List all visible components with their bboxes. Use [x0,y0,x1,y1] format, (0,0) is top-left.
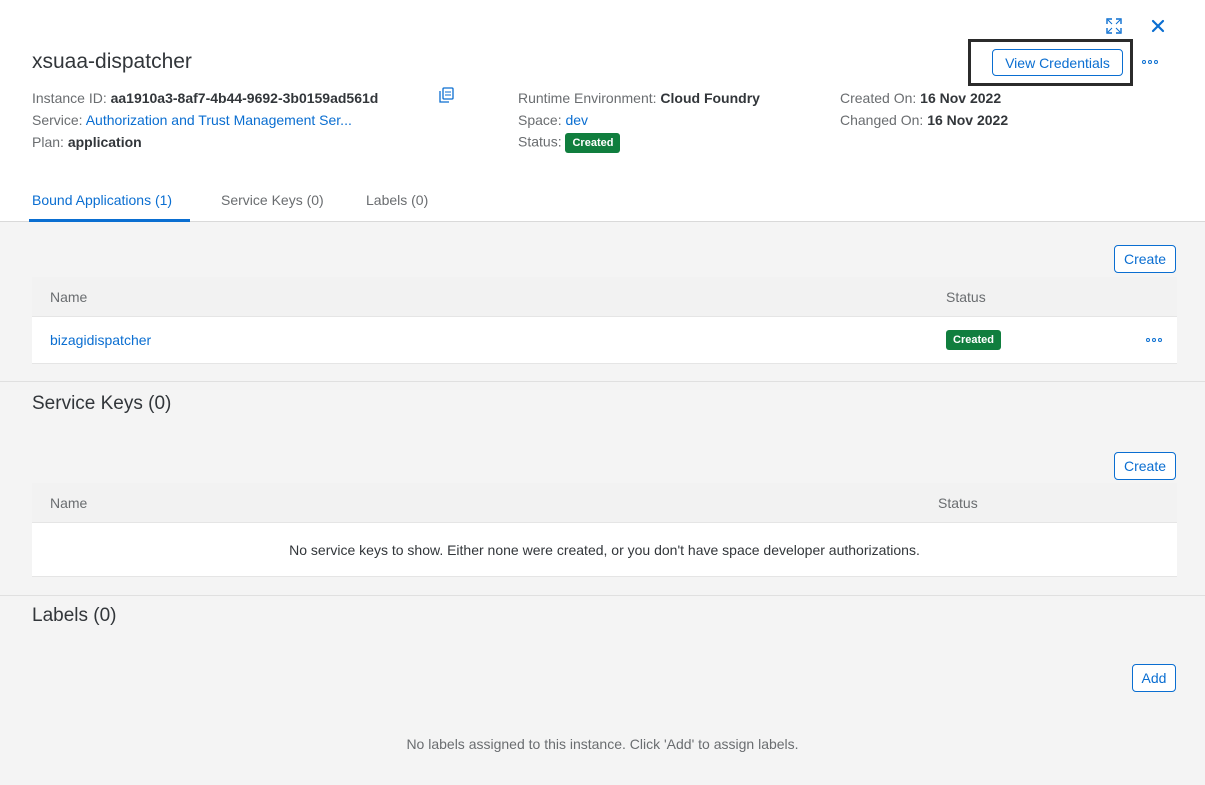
table-row[interactable]: bizagidispatcher Created [32,317,1177,363]
labels-add-button[interactable]: Add [1132,664,1176,692]
bound-apps-table: Name Status bizagidispatcher Created [32,277,1177,364]
status-badge: Created [565,133,621,153]
plan-row: Plan: application [32,134,142,150]
app-name-link[interactable]: bizagidispatcher [50,332,151,348]
service-link[interactable]: Authorization and Trust Management Ser..… [86,112,352,128]
plan-label: Plan: [32,134,64,150]
changed-label: Changed On: [840,112,924,128]
status-badge: Created [946,330,1001,350]
runtime-label: Runtime Environment: [518,90,657,106]
active-tab-indicator [29,219,190,222]
row-more-icon[interactable] [1142,333,1166,347]
service-keys-create-button[interactable]: Create [1114,452,1176,480]
plan-value: application [67,134,142,150]
space-link[interactable]: dev [565,112,588,128]
object-header: xsuaa-dispatcher View Credentials Instan… [0,0,1205,222]
close-icon[interactable] [1146,14,1170,38]
column-name: Name [50,494,88,511]
service-keys-title: Service Keys (0) [32,393,172,414]
tab-labels[interactable]: Labels (0) [366,192,428,208]
service-row: Service: Authorization and Trust Managem… [32,112,352,128]
section-divider [0,381,1205,382]
column-name: Name [50,288,88,305]
changed-row: Changed On: 16 Nov 2022 [840,112,1008,128]
created-value: 16 Nov 2022 [920,90,1002,106]
table-header: Name Status [32,277,1177,317]
section-divider [0,595,1205,596]
copy-icon[interactable] [437,86,455,104]
instance-id-label: Instance ID: [32,90,107,106]
row-status: Created [946,330,1001,350]
column-status: Status [938,494,978,511]
column-status: Status [946,288,986,305]
space-label: Space: [518,112,562,128]
bound-apps-create-button[interactable]: Create [1114,245,1176,273]
view-credentials-button[interactable]: View Credentials [992,49,1123,76]
table-header: Name Status [32,483,1177,523]
created-label: Created On: [840,90,917,106]
changed-value: 16 Nov 2022 [927,112,1009,128]
instance-id-value: aa1910a3-8af7-4b44-9692-3b0159ad561d [110,90,379,106]
page-title: xsuaa-dispatcher [32,50,192,73]
service-label: Service: [32,112,83,128]
tab-bar: Bound Applications (1) Service Keys (0) … [0,186,1205,222]
empty-message: No service keys to show. Either none wer… [289,541,920,558]
space-row: Space: dev [518,112,588,128]
status-row: Status: Created [518,133,621,153]
instance-id-row: Instance ID: aa1910a3-8af7-4b44-9692-3b0… [32,90,378,106]
created-row: Created On: 16 Nov 2022 [840,90,1001,106]
status-label: Status: [518,133,562,150]
runtime-row: Runtime Environment: Cloud Foundry [518,90,760,106]
labels-title: Labels (0) [32,605,117,626]
tab-service-keys[interactable]: Service Keys (0) [221,192,324,208]
tab-bound-applications[interactable]: Bound Applications (1) [32,192,172,208]
runtime-value: Cloud Foundry [660,90,760,106]
more-icon[interactable] [1138,55,1162,69]
labels-empty-message: No labels assigned to this instance. Cli… [406,736,799,752]
fullscreen-icon[interactable] [1102,14,1126,38]
service-keys-table: Name Status No service keys to show. Eit… [32,483,1177,577]
